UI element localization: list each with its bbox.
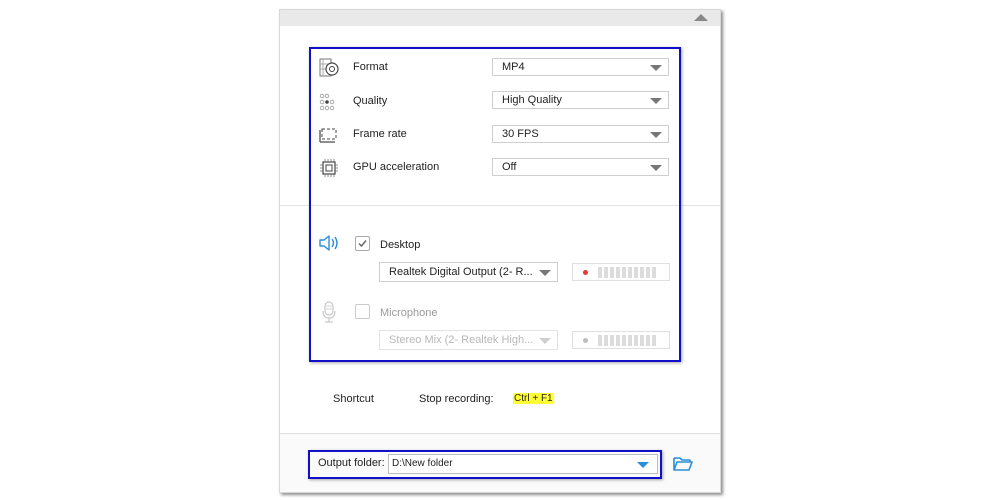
stop-recording-hotkey[interactable]: Ctrl + F1 (513, 393, 554, 404)
panel-header-bar (280, 10, 720, 26)
output-folder-highlight-box (308, 450, 662, 479)
collapse-up-icon[interactable] (694, 14, 708, 21)
stop-recording-label: Stop recording: (419, 393, 494, 405)
open-folder-icon[interactable] (672, 455, 694, 473)
settings-highlight-box (309, 47, 681, 362)
shortcut-label: Shortcut (333, 393, 374, 405)
